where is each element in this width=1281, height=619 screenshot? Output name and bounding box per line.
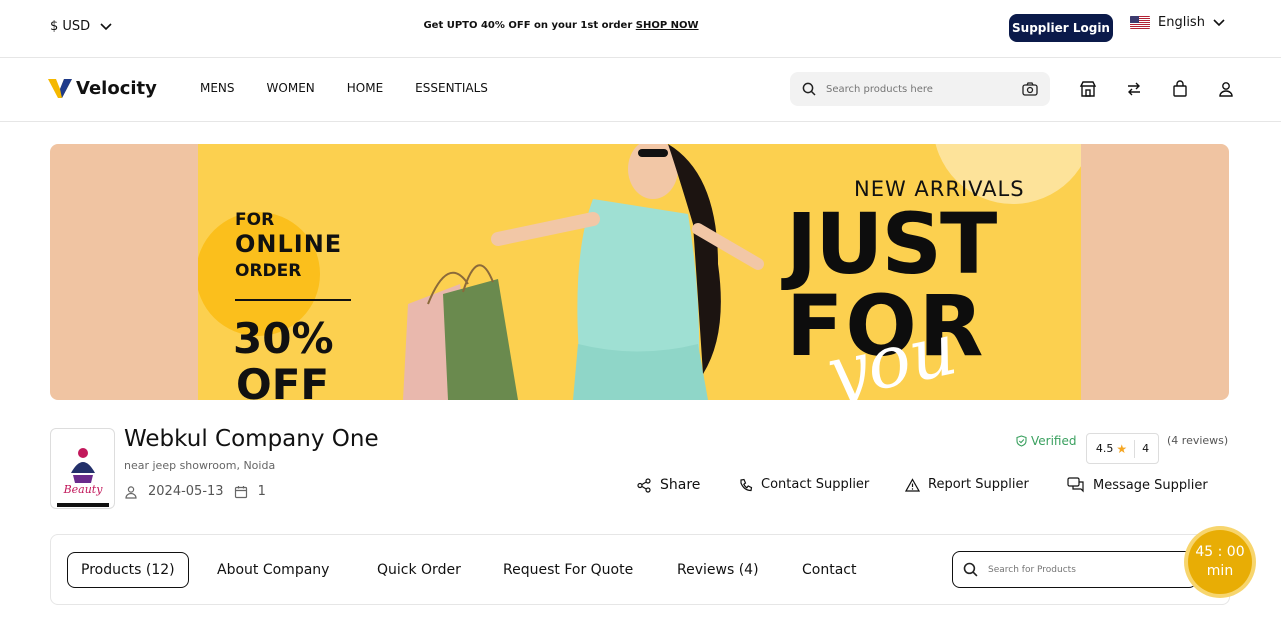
product-search-bar bbox=[790, 72, 1050, 106]
verified-badge: Verified bbox=[1016, 434, 1077, 448]
shield-check-icon bbox=[1016, 435, 1027, 447]
menu-item-mens[interactable]: MENS bbox=[200, 81, 235, 95]
phone-icon bbox=[740, 478, 753, 491]
banner-order-text: ORDER bbox=[235, 261, 302, 281]
reviews-count[interactable]: (4 reviews) bbox=[1167, 434, 1228, 447]
company-address: near jeep showroom, Noida bbox=[124, 459, 276, 472]
velocity-logo-icon bbox=[48, 79, 72, 98]
star-icon: ★ bbox=[1116, 441, 1128, 456]
store-icon[interactable] bbox=[1078, 79, 1098, 99]
top-strip: $ USD Get UPTO 40% OFF on your 1st order… bbox=[0, 0, 1281, 58]
menu-item-home[interactable]: HOME bbox=[347, 81, 383, 95]
us-flag-icon bbox=[1130, 16, 1150, 29]
joined-date: 2024-05-13 bbox=[148, 484, 224, 499]
supplier-tabs: Products (12) About Company Quick Order … bbox=[50, 534, 1230, 605]
verified-label: Verified bbox=[1031, 434, 1077, 448]
supplier-login-button[interactable]: Supplier Login bbox=[1009, 14, 1113, 42]
language-selector[interactable]: English bbox=[1130, 15, 1225, 30]
cart-bag-icon[interactable] bbox=[1170, 79, 1190, 99]
brand-name: Velocity bbox=[76, 77, 157, 99]
compare-icon[interactable] bbox=[1124, 79, 1144, 99]
timer-time: 45 : 00 bbox=[1195, 544, 1245, 561]
rating-summary: 4.5 ★ 4 bbox=[1086, 433, 1159, 464]
category-menu: MENS WOMEN HOME ESSENTIALS bbox=[200, 81, 488, 95]
supplier-meta: 2024-05-13 1 bbox=[124, 484, 266, 499]
user-account-icon[interactable] bbox=[1216, 79, 1236, 99]
message-supplier-action[interactable]: Message Supplier bbox=[1067, 477, 1208, 493]
brand-logo[interactable]: Velocity bbox=[48, 77, 157, 99]
tab-products[interactable]: Products (12) bbox=[67, 552, 189, 588]
search-icon bbox=[802, 82, 816, 96]
tab-contact[interactable]: Contact bbox=[802, 552, 856, 588]
rating-divider bbox=[1134, 439, 1136, 458]
tab-request-for-quote[interactable]: Request For Quote bbox=[503, 552, 633, 588]
banner-discount: 30% bbox=[233, 314, 334, 363]
share-action[interactable]: Share bbox=[637, 477, 700, 493]
banner-headline-just: JUST bbox=[786, 195, 997, 293]
menu-item-women[interactable]: WOMEN bbox=[267, 81, 315, 95]
nav-icon-group bbox=[1078, 79, 1236, 99]
rating-count: 4 bbox=[1142, 442, 1150, 455]
camera-icon[interactable] bbox=[1022, 82, 1038, 96]
banner-online-text: ONLINE bbox=[235, 230, 343, 258]
timer-unit: min bbox=[1206, 563, 1234, 579]
banner-off-text: OFF bbox=[236, 360, 330, 400]
main-navbar: Velocity MENS WOMEN HOME ESSENTIALS bbox=[0, 58, 1281, 122]
search-icon bbox=[963, 562, 978, 577]
tab-quick-order[interactable]: Quick Order bbox=[377, 552, 461, 588]
meta-count: 1 bbox=[257, 484, 266, 499]
banner-for-text: FOR bbox=[235, 210, 275, 230]
tab-about-company[interactable]: About Company bbox=[217, 552, 329, 588]
banner-artwork: FOR ONLINE ORDER 30% OFF NEW ARRIVALS JU… bbox=[198, 144, 1081, 400]
report-supplier-label: Report Supplier bbox=[928, 477, 1029, 492]
message-supplier-label: Message Supplier bbox=[1093, 477, 1208, 493]
share-label: Share bbox=[660, 477, 701, 493]
product-search-input[interactable] bbox=[988, 564, 1186, 575]
store-logo: Beauty bbox=[50, 428, 115, 509]
shop-now-link[interactable]: SHOP NOW bbox=[636, 20, 699, 31]
chevron-down-icon bbox=[1213, 18, 1225, 26]
chat-icon bbox=[1067, 477, 1084, 493]
calendar-icon bbox=[234, 485, 247, 498]
store-banner: FOR ONLINE ORDER 30% OFF NEW ARRIVALS JU… bbox=[50, 144, 1229, 400]
report-supplier-action[interactable]: Report Supplier bbox=[905, 477, 1029, 492]
language-label: English bbox=[1158, 15, 1205, 30]
user-icon bbox=[125, 485, 137, 499]
contact-supplier-action[interactable]: Contact Supplier bbox=[739, 477, 869, 492]
share-icon bbox=[637, 477, 651, 493]
search-input[interactable] bbox=[826, 83, 1012, 95]
rating-value: 4.5 bbox=[1095, 442, 1114, 455]
store-logo-text: Beauty bbox=[62, 483, 103, 496]
tab-product-search bbox=[952, 551, 1197, 588]
warning-icon bbox=[905, 477, 920, 492]
countdown-timer[interactable]: 45 : 00 min bbox=[1188, 530, 1252, 594]
promo-banner: Get UPTO 40% OFF on your 1st order SHOP … bbox=[0, 20, 1122, 31]
company-name: Webkul Company One bbox=[124, 426, 379, 452]
tab-reviews[interactable]: Reviews (4) bbox=[677, 552, 759, 588]
menu-item-essentials[interactable]: ESSENTIALS bbox=[415, 81, 488, 95]
promo-text: Get UPTO 40% OFF on your 1st order bbox=[423, 20, 633, 31]
contact-supplier-label: Contact Supplier bbox=[761, 477, 870, 492]
